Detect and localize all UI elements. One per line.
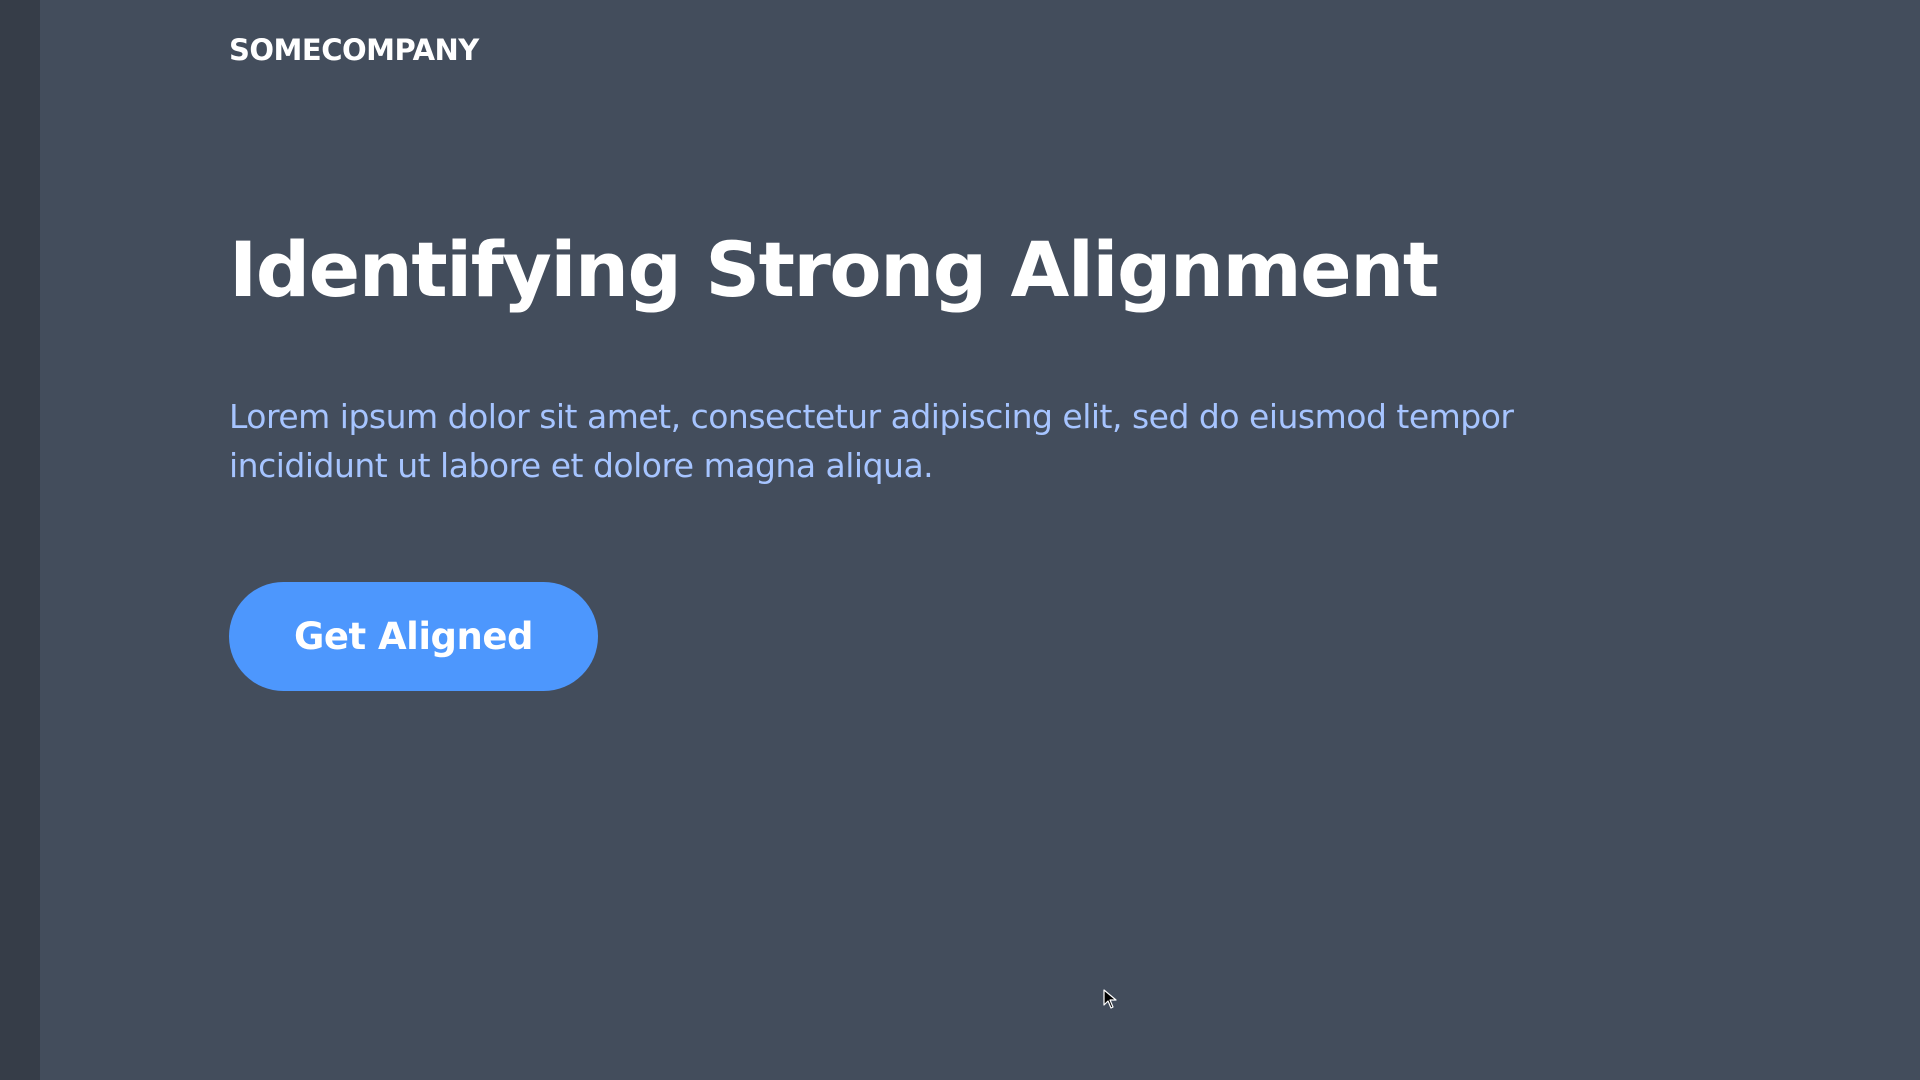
hero-description: Lorem ipsum dolor sit amet, consectetur … [229,397,1514,485]
left-rail [0,0,40,1080]
hero-section: SOMECOMPANY Identifying Strong Alignment… [229,0,1729,1080]
hero-title: Identifying Strong Alignment [229,225,1439,314]
get-aligned-button[interactable]: Get Aligned [229,582,598,691]
landing-page: SOMECOMPANY Identifying Strong Alignment… [0,0,1920,1080]
brand-logo[interactable]: SOMECOMPANY [229,33,479,67]
mouse-pointer-icon [1103,989,1117,1009]
